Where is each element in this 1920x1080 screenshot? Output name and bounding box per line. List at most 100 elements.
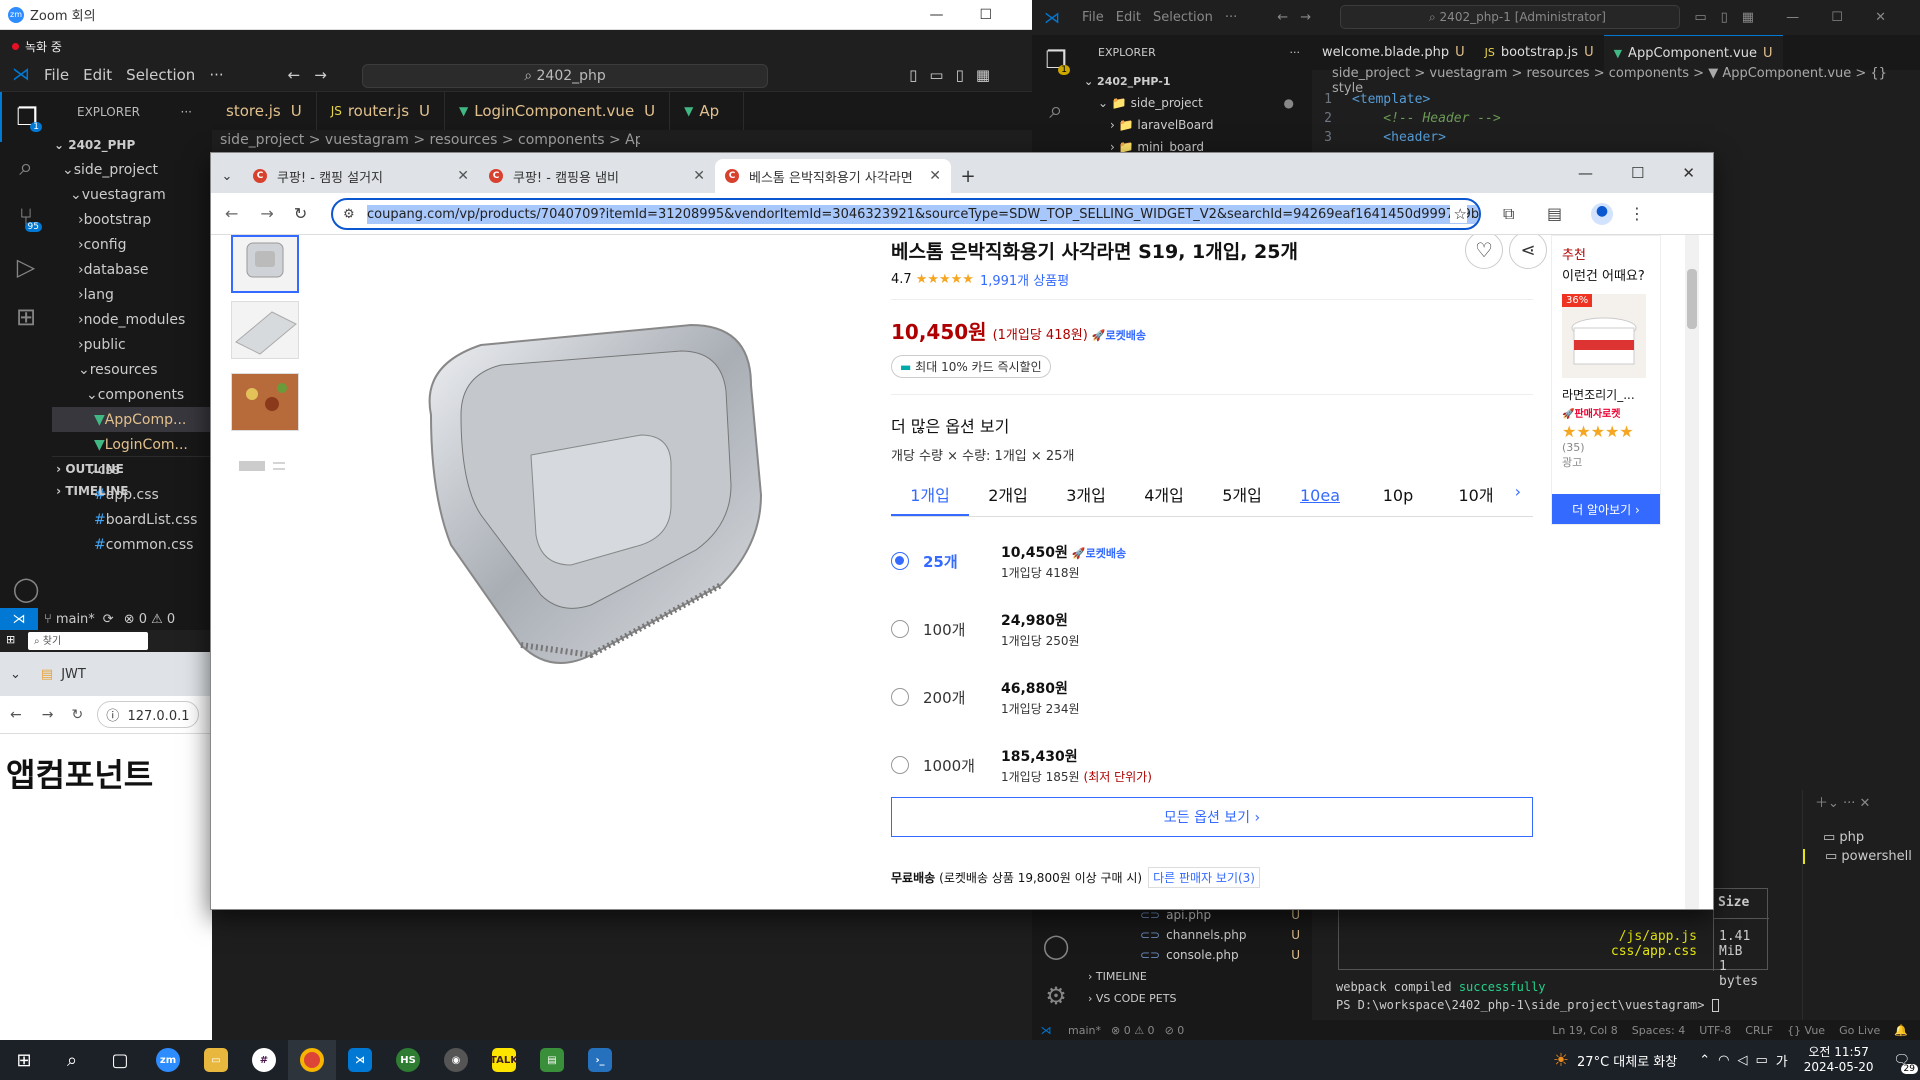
vscode-app[interactable]: ⋊ bbox=[336, 1040, 384, 1080]
left-breadcrumb[interactable]: side_project > vuestagram > resources > … bbox=[220, 132, 640, 148]
back-icon[interactable]: ← bbox=[225, 204, 238, 223]
maximize-button[interactable]: ☐ bbox=[1631, 164, 1644, 182]
tree-item[interactable]: ▼ AppComp... bbox=[52, 407, 212, 432]
account-icon[interactable]: ◯ bbox=[1032, 921, 1080, 971]
option-radio[interactable] bbox=[891, 620, 909, 638]
thumbnail-2[interactable] bbox=[231, 301, 299, 359]
account-icon[interactable]: ◯ bbox=[0, 564, 52, 614]
menu-file[interactable]: File bbox=[1082, 10, 1104, 25]
vscode-pets-section[interactable]: › VS CODE PETS bbox=[1080, 987, 1176, 1009]
option-radio[interactable] bbox=[891, 756, 909, 774]
tab-search-icon[interactable]: ⌄ bbox=[211, 159, 243, 193]
window-controls[interactable]: ▯▭▯▦ — ☐ ✕ bbox=[1673, 10, 1900, 25]
heidisql-app[interactable]: HS bbox=[384, 1040, 432, 1080]
display-icon[interactable]: ▭ bbox=[1755, 1053, 1767, 1068]
language-status[interactable]: {} Vue bbox=[1787, 1024, 1825, 1037]
editor-tab[interactable]: store.js U bbox=[212, 92, 317, 130]
reload-icon[interactable]: ↻ bbox=[71, 707, 83, 723]
code-editor[interactable]: 1 <template> 2 <!-- Header --> 3 <header> bbox=[1312, 92, 1920, 152]
explorer-icon[interactable]: ❐ 1 bbox=[1032, 35, 1080, 85]
route-file[interactable]: ⊂⊃ console.php U bbox=[1080, 945, 1312, 965]
tree-item[interactable]: ⌄ side_project bbox=[52, 157, 212, 182]
explorer-root[interactable]: ⌄ 2402_PHP-1 bbox=[1080, 70, 1312, 92]
windows-start-icon[interactable]: ⊞ bbox=[0, 1040, 48, 1080]
task-view-icon[interactable]: ▢ bbox=[96, 1040, 144, 1080]
option-tab[interactable]: 5개입 bbox=[1203, 474, 1281, 514]
tree-item[interactable]: › database bbox=[52, 257, 212, 282]
source-control-icon[interactable]: ⑂ 95 bbox=[0, 192, 52, 242]
terminal-powershell[interactable]: ▭ powershell bbox=[1803, 849, 1920, 864]
minimize-button[interactable]: — bbox=[1578, 164, 1593, 182]
back-arrow-icon[interactable]: ← bbox=[288, 66, 301, 84]
right-breadcrumb[interactable]: side_project > vuestagram > resources > … bbox=[1312, 66, 1920, 96]
extensions-icon[interactable]: ⧉ bbox=[1503, 204, 1514, 224]
forward-arrow-icon[interactable]: → bbox=[314, 66, 327, 84]
back-icon[interactable]: ← bbox=[10, 707, 22, 723]
option-row[interactable]: 200개 46,880원 1개입당 234원 bbox=[891, 667, 1533, 727]
address-bar[interactable]: ⚙ coupang.com/vp/products/7040709?itemId… bbox=[331, 198, 1481, 230]
editor-tab[interactable]: ▼ Ap bbox=[670, 92, 745, 130]
thumbnail-4[interactable] bbox=[231, 445, 299, 503]
forward-icon[interactable]: → bbox=[42, 707, 54, 723]
menu-edit[interactable]: Edit bbox=[83, 66, 112, 84]
editor-tab[interactable]: JS router.js U bbox=[317, 92, 445, 130]
extensions-icon[interactable]: ⊞ bbox=[0, 292, 52, 342]
more-icon[interactable]: ··· bbox=[181, 105, 192, 119]
option-radio[interactable] bbox=[891, 688, 909, 706]
eol-status[interactable]: CRLF bbox=[1745, 1024, 1773, 1037]
clock[interactable]: 오전 11:57 2024-05-20 bbox=[1804, 1045, 1874, 1075]
reading-list-icon[interactable]: ▤ bbox=[1547, 204, 1562, 223]
scroll-thumb[interactable] bbox=[1687, 269, 1697, 329]
sync-icon[interactable]: ⟳ bbox=[103, 612, 114, 627]
option-tab[interactable]: 3개입 bbox=[1047, 474, 1125, 514]
editor-tab[interactable]: welcome.blade.php U bbox=[1312, 35, 1475, 70]
all-options-button[interactable]: 모든 옵션 보기 › bbox=[891, 797, 1533, 837]
tree-item[interactable]: › bootstrap bbox=[52, 207, 212, 232]
back-arrow-icon[interactable]: ← bbox=[1277, 10, 1288, 25]
chrome-menu-icon[interactable]: ⋮ bbox=[1629, 204, 1645, 223]
tray-chevron-icon[interactable]: ⌃ bbox=[1699, 1053, 1710, 1068]
browser-tab[interactable]: C 쿠팡! - 캠핑용 냄비 ✕ bbox=[479, 159, 715, 193]
option-tab[interactable]: 10ea bbox=[1281, 478, 1359, 513]
powershell-app[interactable]: ›_ bbox=[576, 1040, 624, 1080]
close-tab-icon[interactable]: ✕ bbox=[457, 168, 469, 184]
thumbnail-1[interactable] bbox=[231, 235, 299, 293]
gear-icon[interactable]: ⚙ bbox=[1032, 971, 1080, 1021]
tree-item[interactable]: ⌄ components bbox=[52, 382, 212, 407]
tree-item[interactable]: ⌄ vuestagram bbox=[52, 182, 212, 207]
ad-product-name[interactable]: 라면조리기_... bbox=[1562, 386, 1660, 403]
option-tab[interactable]: 4개입 bbox=[1125, 474, 1203, 514]
golive-status[interactable]: Go Live bbox=[1839, 1024, 1880, 1037]
tree-item[interactable]: › config bbox=[52, 232, 212, 257]
explorer-icon[interactable]: ❐ 1 bbox=[0, 92, 52, 142]
page-scrollbar[interactable] bbox=[1685, 235, 1699, 909]
notification-icon[interactable]: 🔔 bbox=[1894, 1024, 1908, 1037]
volume-icon[interactable]: ◁ bbox=[1737, 1053, 1747, 1068]
tree-item[interactable]: ⌄ resources bbox=[52, 357, 212, 382]
product-main-image[interactable] bbox=[391, 295, 801, 695]
explorer-root[interactable]: ⌄ 2402_PHP bbox=[52, 132, 212, 157]
run-debug-icon[interactable]: ▷ bbox=[0, 242, 52, 292]
menu-selection[interactable]: Selection bbox=[126, 66, 195, 84]
menu-more[interactable]: ··· bbox=[1225, 10, 1237, 25]
chevron-right-icon[interactable]: › bbox=[1515, 482, 1521, 501]
editor-tab[interactable]: ▼ LoginComponent.vue U bbox=[445, 92, 671, 130]
route-file[interactable]: ⊂⊃ channels.php U bbox=[1080, 925, 1312, 945]
search-icon[interactable]: ⌕ bbox=[0, 142, 52, 192]
terminal-php[interactable]: ▭ php bbox=[1803, 830, 1920, 845]
site-info-icon[interactable]: ⚙ bbox=[343, 207, 355, 222]
forward-arrow-icon[interactable]: → bbox=[1300, 10, 1311, 25]
menu-selection[interactable]: Selection bbox=[1153, 10, 1213, 25]
file-explorer-app[interactable]: ▭ bbox=[192, 1040, 240, 1080]
encoding-status[interactable]: UTF-8 bbox=[1699, 1024, 1731, 1037]
jwt-url-field[interactable]: ⓘ 127.0.0.1 bbox=[97, 701, 199, 728]
timeline-section[interactable]: › TIMELINE bbox=[1080, 965, 1147, 987]
browser-tab[interactable]: C 쿠팡! - 캠핑 설거지 ✕ bbox=[243, 159, 479, 193]
tree-item[interactable]: › node_modules bbox=[52, 307, 212, 332]
tab-menu-icon[interactable]: ⌄ bbox=[10, 667, 21, 682]
tree-item[interactable]: › public bbox=[52, 332, 212, 357]
minimize-button[interactable]: — bbox=[929, 7, 943, 23]
search-icon[interactable]: ⌕ bbox=[48, 1040, 96, 1080]
tree-item[interactable]: › lang bbox=[52, 282, 212, 307]
problems-status[interactable]: ⊗ 0 ⚠ 0 bbox=[124, 612, 176, 627]
